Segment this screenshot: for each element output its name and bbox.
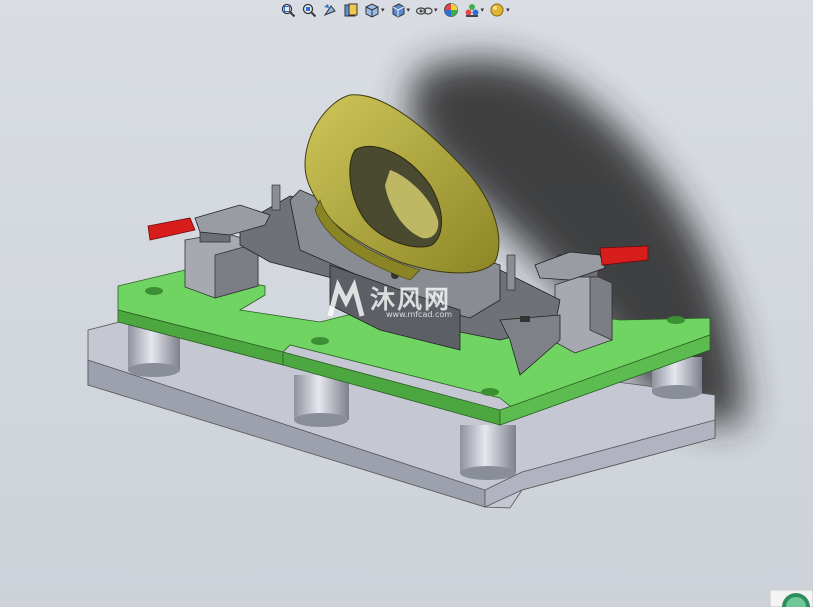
chevron-down-icon: ▾ bbox=[381, 5, 385, 14]
edit-appearance-icon bbox=[443, 3, 458, 17]
section-view-button[interactable] bbox=[343, 1, 359, 19]
heads-up-view-toolbar: ▾ ▾ ▾ ▾ ▾ bbox=[280, 0, 570, 20]
zoom-to-area-button[interactable] bbox=[301, 1, 317, 19]
chevron-down-icon: ▾ bbox=[406, 5, 411, 14]
zoom-to-area-icon bbox=[302, 3, 317, 18]
view-orientation-icon bbox=[365, 3, 379, 18]
watermark: 沐风网 www.mfcad.com bbox=[324, 278, 494, 326]
view-triad-icon[interactable] bbox=[770, 590, 813, 607]
zoom-to-fit-button[interactable] bbox=[280, 1, 296, 19]
view-orientation-button[interactable]: ▾ bbox=[364, 1, 385, 19]
previous-view-button[interactable] bbox=[322, 1, 338, 19]
apply-scene-button[interactable]: ▾ bbox=[464, 1, 485, 19]
hide-show-items-icon bbox=[415, 7, 433, 15]
previous-view-icon bbox=[323, 4, 336, 17]
watermark-url: www.mfcad.com bbox=[386, 310, 453, 319]
view-settings-button[interactable]: ▾ bbox=[489, 1, 510, 19]
chevron-down-icon: ▾ bbox=[480, 5, 485, 14]
view-settings-icon bbox=[490, 3, 504, 17]
chevron-down-icon: ▾ bbox=[434, 5, 438, 14]
apply-scene-icon bbox=[465, 4, 479, 17]
watermark-logo-icon bbox=[327, 278, 365, 317]
hide-show-items-button[interactable]: ▾ bbox=[415, 1, 438, 19]
zoom-to-fit-icon bbox=[281, 3, 296, 18]
edit-appearance-button[interactable] bbox=[443, 1, 459, 19]
chevron-down-icon: ▾ bbox=[506, 5, 510, 14]
display-style-icon bbox=[392, 3, 405, 18]
display-style-button[interactable]: ▾ bbox=[390, 1, 411, 19]
section-view-icon bbox=[344, 3, 358, 17]
